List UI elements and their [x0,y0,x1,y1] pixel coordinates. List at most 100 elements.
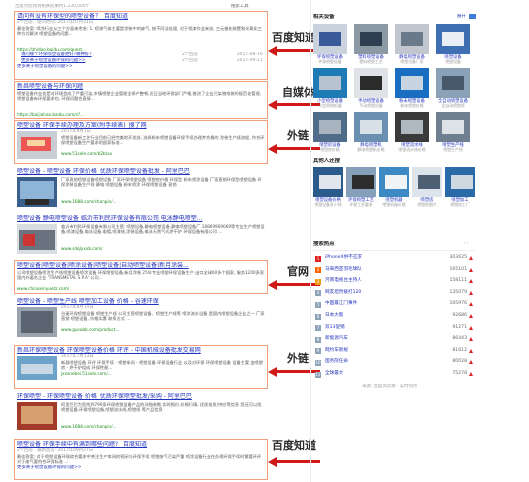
related-thumbnail[interactable] [354,68,388,98]
result-title[interactable]: 环保喷塑 - 环保喷塑设备 价格_优质环保喷塑批发/采购 - 阿里巴巴 [17,393,265,400]
hot-search-item[interactable]: 9 网约车新规 81612 [313,346,473,357]
result-thumbnail[interactable] [17,177,57,207]
hot-search-title[interactable]: 全球最大 [325,369,343,380]
related-thumbnail[interactable] [354,112,388,142]
related-thumbnail[interactable] [313,112,347,142]
related-subcaption: 手动喷塑设备 [359,103,383,109]
result-url[interactable]: www.gusubb.com/product... [61,327,265,332]
hot-pager-button[interactable]: ‹ › [464,241,469,247]
related-thumbnail[interactable] [436,24,470,54]
hot-search-title[interactable]: 中国最江门事件 [325,299,357,310]
related-subcaption: 喷塑设备 [445,59,461,65]
hot-search-count: 80028 [452,359,467,365]
related-thumbnail[interactable] [436,112,470,142]
annotation-box [14,81,268,119]
hot-search-title[interactable]: 网约车新规 [325,346,348,357]
related-item[interactable]: 喷塑流水线 喷塑流水线价格 [395,112,429,153]
related-item[interactable]: 全自动喷塑设备 全自动喷塑线 [436,68,470,109]
related-thumbnail[interactable] [395,112,429,142]
related-thumbnail[interactable] [313,68,347,98]
result-thumbnail[interactable] [17,402,57,430]
trend-up-icon [469,337,473,342]
trend-up-icon [469,290,473,295]
hot-search-count: 158111 [449,278,467,284]
result-url[interactable]: www.1688.com/chanpin/... [61,424,265,429]
related-item[interactable]: 喷塑设备 喷塑设备 [436,24,470,65]
hot-search-title[interactable]: 新能源汽车 [325,334,348,345]
result-url[interactable]: www.1688.com/chanpin/... [61,199,265,204]
related-item[interactable]: 静电喷塑设备 喷塑设备厂家 [395,24,429,65]
result-url[interactable]: www.sdqlyxxb.com/ [61,246,265,251]
also-searched-item[interactable]: 喷塑设备价格 喷塑设备多少钱 [313,167,343,208]
hot-search-item[interactable]: 10 国务院任命 80028 [313,357,473,368]
related-thumbnail[interactable] [436,68,470,98]
result-desc: 厂家直销喷塑设备喷塑设备 厂家环保喷塑设备 喷塑房价格 环保型 粉末喷涂设备 厂… [61,177,262,188]
result-item-4: 喷塑设备 - 喷塑设备 环保价格_优质环保喷塑设备批发 - 阿里巴巴 厂家直销喷… [17,168,265,207]
related-item[interactable]: 静电喷塑机 静电喷塑机价格 [354,112,388,153]
related-thumbnail[interactable] [445,167,475,197]
also-searched-item[interactable]: 喷塑房 喷塑房图片 [412,167,442,208]
result-title[interactable]: 喷塑设备 静电喷塑设备 临沂市利民环保设备有限公司 电泳静电喷塑... [17,215,265,222]
hot-search-item[interactable]: 5 中国最江门事件 105976 [313,299,473,310]
rank-badge: 8 [315,336,321,343]
related-thumbnail[interactable] [313,167,343,197]
related-thumbnail[interactable] [379,167,409,197]
hot-search-item[interactable]: 8 新能源汽车 86443 [313,334,473,345]
related-subcaption: 环保喷塑设备 [318,59,342,65]
hot-search-title[interactable]: 河南电视台主持人 [325,276,362,287]
hot-search-item[interactable]: 11 全球最大 75278 [313,369,473,380]
hot-search-item[interactable]: 6 日本大阪 92686 [313,311,473,322]
related-thumbnail[interactable] [346,167,376,197]
hot-search-title[interactable]: iPhoneX供不应求 [325,253,362,264]
related-thumbnail[interactable] [395,68,429,98]
annotation-box [14,345,268,389]
result-title[interactable]: 喷塑设备 - 喷塑设备 环保价格_优质环保喷塑设备批发 - 阿里巴巴 [17,168,265,175]
hot-search-item[interactable]: 2 马来西亚羽毛球队 165101 [313,265,473,276]
expand-icon[interactable] [469,14,476,19]
rank-badge: 11 [315,371,321,378]
hot-search-item[interactable]: 4 网友坦然拨打120 135079 [313,288,473,299]
trend-up-icon [469,267,473,272]
hot-search-item[interactable]: 7 双13促销 91271 [313,323,473,334]
hot-search-title[interactable]: 网友坦然拨打120 [325,288,361,299]
related-item[interactable]: 喷塑生产线 喷塑生产线 [436,112,470,153]
also-searched-item[interactable]: 喷塑机器 喷塑机器价格 [379,167,409,208]
related-item[interactable]: 手动喷塑设备 手动喷塑设备 [354,68,388,109]
related-item[interactable]: 粉末喷塑设备 粉末喷塑价格 [395,68,429,109]
hot-search-title[interactable]: 日本大阪 [325,311,343,322]
also-searched-item[interactable]: 环保喷塑工艺 环保工艺要求 [346,167,376,208]
result-title[interactable]: 喷塑设备 - 喷塑生产线 喷塑加工设备 价格 - 谷速环保 [17,298,265,305]
related-subcaption: 喷塑房图片 [417,202,437,208]
related-item[interactable]: 喷塑房设备 喷塑房价格 [313,112,347,153]
related-thumbnail[interactable] [313,24,347,54]
related-subcaption: 喷塑加工厂 [450,202,470,208]
also-searched-item[interactable]: 喷塑加工 喷塑加工厂 [445,167,475,208]
related-item[interactable]: 环保喷塑设备 环保喷塑设备 [313,24,347,65]
related-thumbnail[interactable] [395,24,429,54]
hot-search-title[interactable]: 双13促销 [325,323,345,334]
hot-search-title[interactable]: 国务院任命 [325,357,348,368]
related-item[interactable]: 小型喷塑设备 小型喷塑机器 [313,68,347,109]
rank-badge: 6 [315,313,321,320]
hot-search-count: 81612 [452,347,467,353]
hot-search-count: 303625 [449,255,467,260]
rank-badge: 1 [315,255,321,262]
hot-search-count: 92686 [452,313,467,318]
rank-badge: 3 [315,278,321,285]
hot-search-item[interactable]: 3 河南电视台主持人 158111 [313,276,473,287]
hot-search-title[interactable]: 马来西亚羽毛球队 [325,265,362,276]
related-item[interactable]: 塑料喷塑设备 塑料喷塑工艺 [354,24,388,65]
related-expand-button[interactable]: 展开 [457,14,466,20]
result-thumbnail[interactable] [17,224,57,254]
annotation-box [14,120,268,164]
result-thumbnail[interactable] [17,307,57,337]
related-thumbnail[interactable] [412,167,442,197]
hot-divider [313,250,475,251]
related-subcaption: 喷塑生产线 [443,147,463,153]
related-subcaption: 喷塑设备厂家 [400,59,424,65]
hot-search-item[interactable]: 1 iPhoneX供不应求 303625 [313,253,473,264]
trend-up-icon [469,256,473,260]
related-thumbnail[interactable] [354,24,388,54]
search-tools-button[interactable]: 搜索工具 [231,4,249,10]
result-item-5: 喷塑设备 静电喷塑设备 临沂市利民环保设备有限公司 电泳静电喷塑... 临沂市利… [17,215,265,254]
